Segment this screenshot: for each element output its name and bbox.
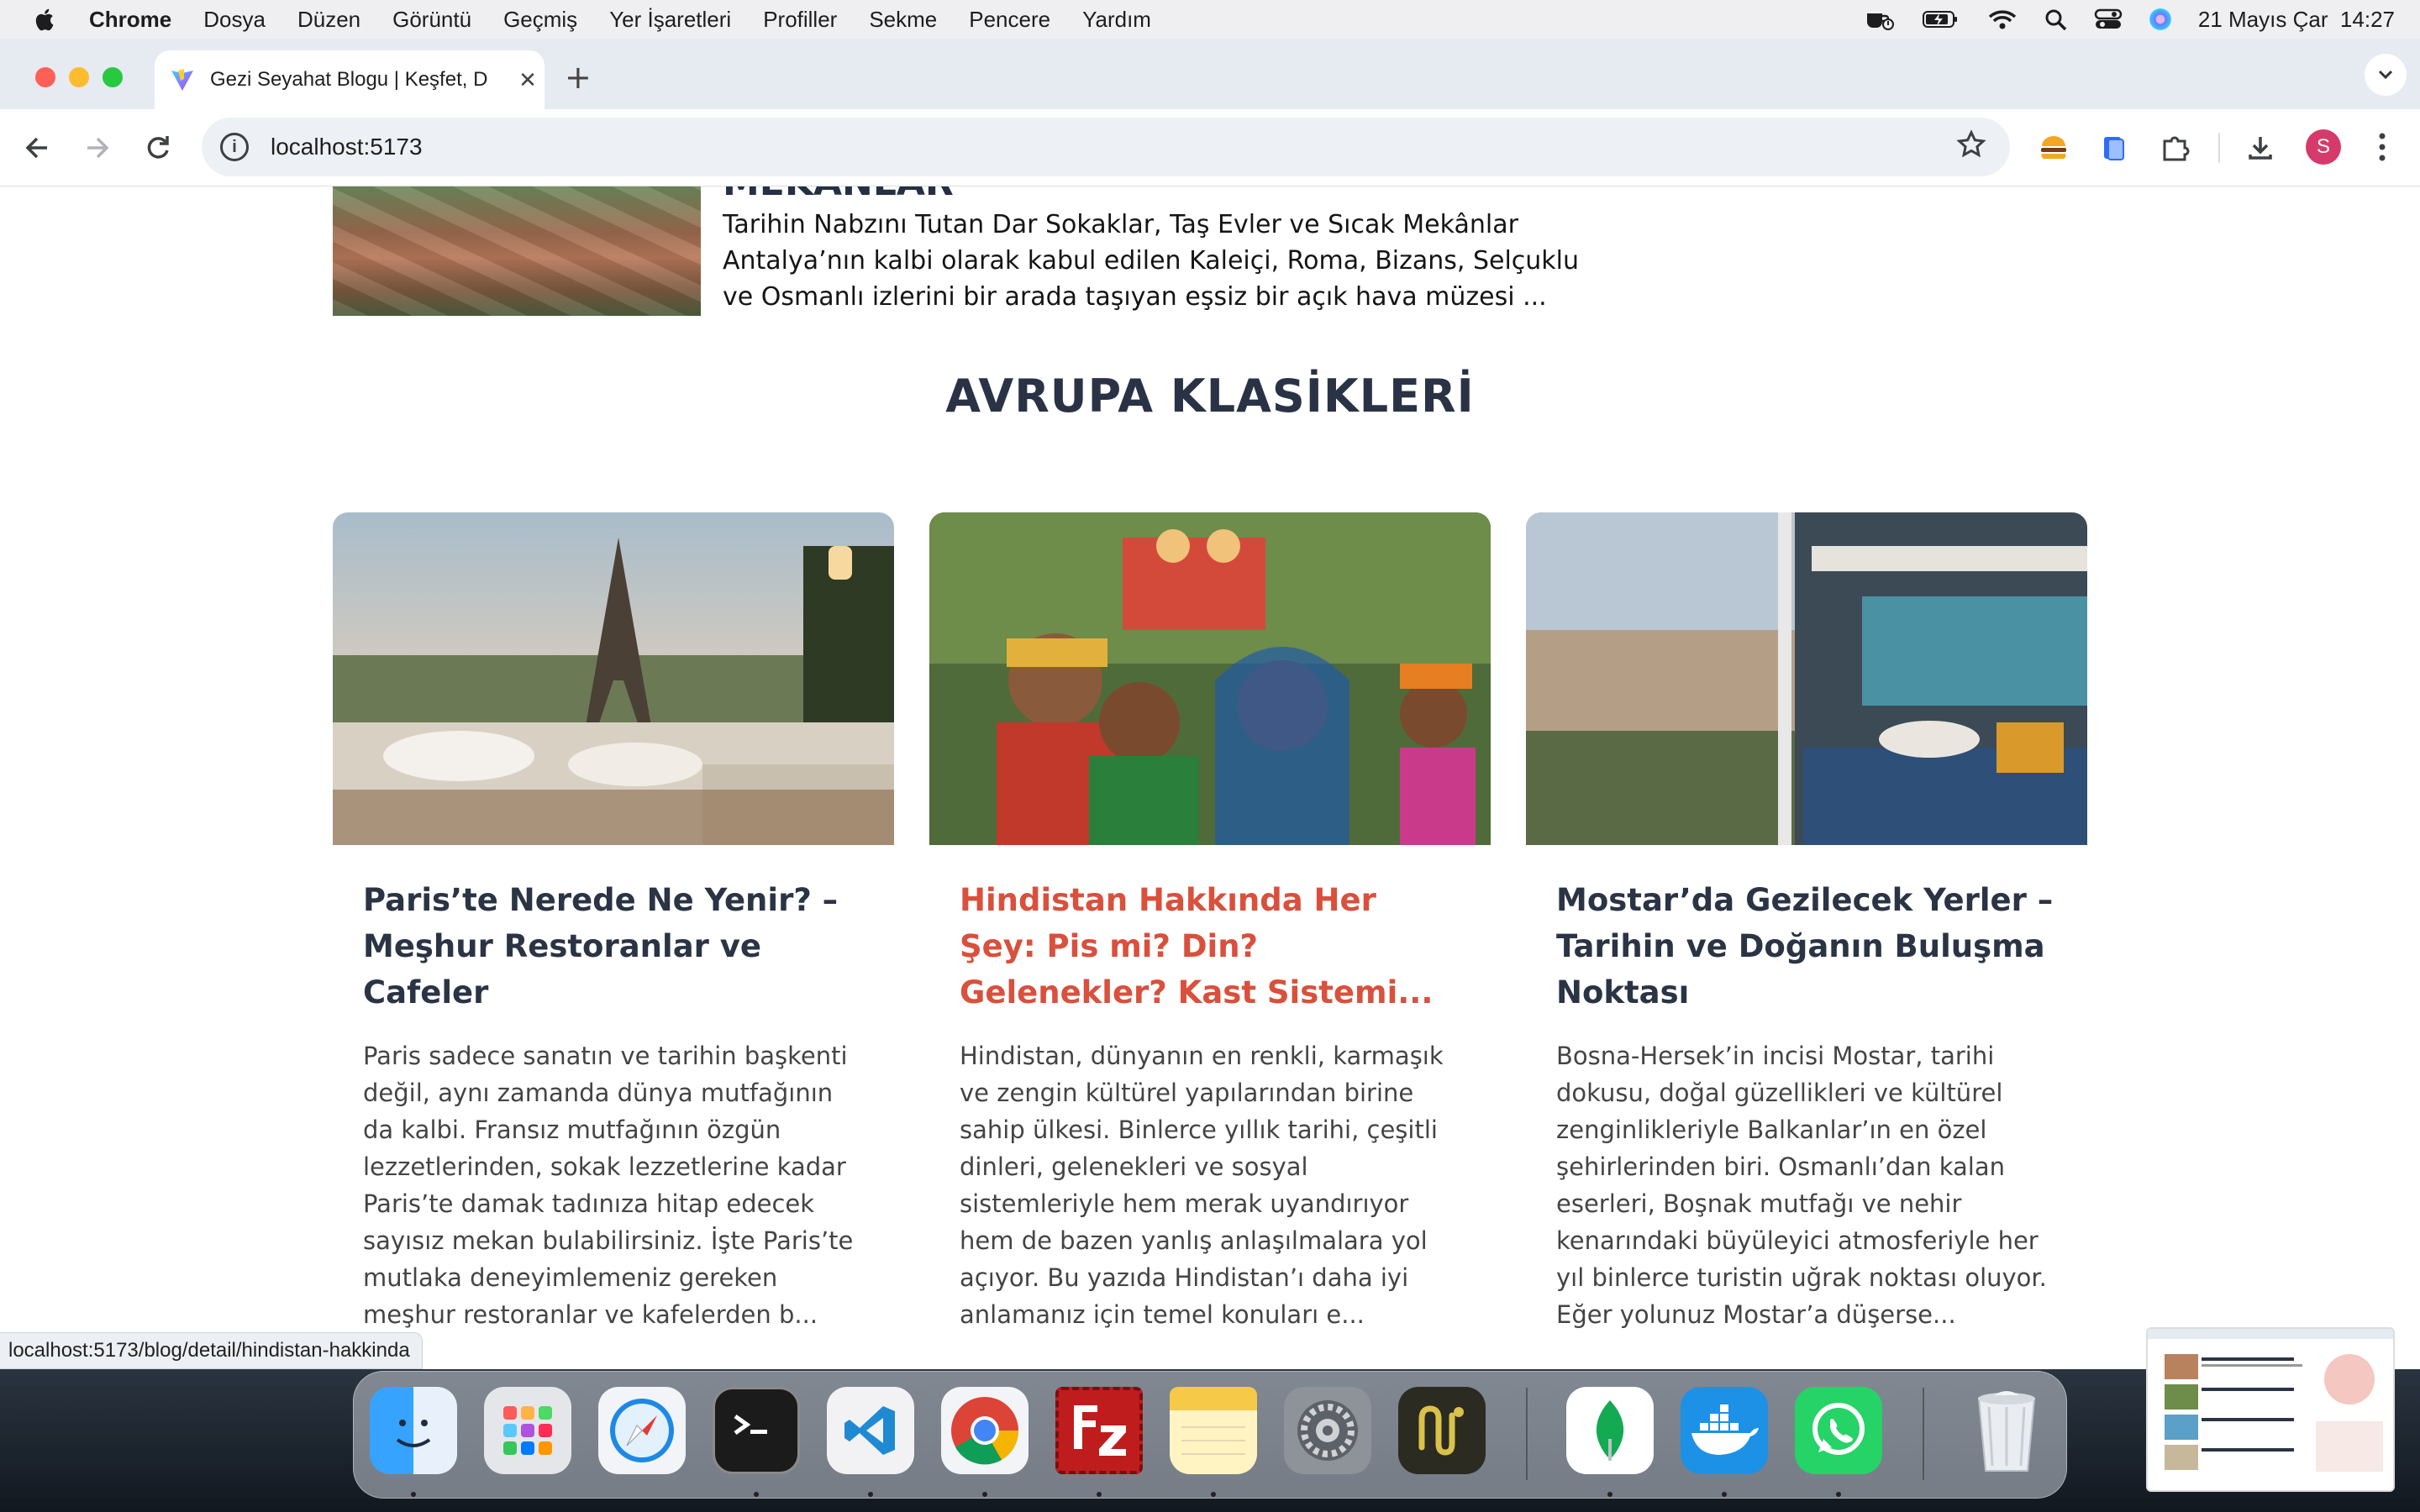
control-center-icon[interactable]: [2094, 8, 2123, 30]
window-minimize-button[interactable]: [69, 67, 89, 87]
forward-arrow-icon[interactable]: [77, 128, 118, 168]
card-image-paris[interactable]: [333, 512, 894, 845]
terminal-running-dot: [754, 1492, 759, 1497]
whatsapp-icon[interactable]: [1795, 1387, 1882, 1474]
toolbar-divider: [2218, 133, 2220, 163]
browser-toolbar: i localhost:5173 S: [0, 109, 2420, 186]
mongodb-compass-icon[interactable]: [1566, 1387, 1654, 1474]
wifi-icon[interactable]: [1986, 8, 2018, 30]
card-image-hindistan[interactable]: [929, 512, 1491, 845]
notes-running-dot: [1211, 1492, 1216, 1497]
menubar-clock[interactable]: 21 Mayıs Çar 14:27: [2198, 7, 2395, 33]
docker-running-dot: [1722, 1492, 1727, 1497]
finder-icon[interactable]: [370, 1387, 457, 1474]
vite-favicon-icon: [171, 69, 193, 91]
browser-tab-strip: Gezi Seyahat Blogu | Keşfet, D ✕ +: [0, 39, 2420, 109]
whatsapp-running-dot: [1836, 1492, 1841, 1497]
card-image-mostar[interactable]: [1526, 512, 2087, 845]
menu-duzen[interactable]: Düzen: [297, 7, 360, 33]
notes-icon[interactable]: [1170, 1387, 1257, 1474]
previous-post-image[interactable]: [333, 186, 701, 316]
reload-icon[interactable]: [138, 128, 178, 168]
web-page: MEKANLAR Tarihin Nabzını Tutan Dar Sokak…: [0, 186, 2420, 1369]
tab-title: Gezi Seyahat Blogu | Keşfet, D: [210, 68, 488, 91]
menu-yer-isaretleri[interactable]: Yer İşaretleri: [609, 7, 731, 33]
blog-card-paris[interactable]: Paris’te Nerede Ne Yenir? – Meşhur Resto…: [333, 512, 894, 1333]
address-url[interactable]: localhost:5173: [271, 134, 423, 160]
new-tab-button[interactable]: +: [565, 59, 592, 96]
apple-menu-icon[interactable]: [32, 7, 55, 32]
window-zoom-button[interactable]: [103, 67, 123, 87]
card-excerpt-paris: Paris sadece sanatın ve tarihin başkenti…: [363, 1042, 854, 1329]
safari-icon[interactable]: [598, 1387, 686, 1474]
downloads-icon[interactable]: [2242, 129, 2279, 166]
extensions-puzzle-icon[interactable]: [2156, 129, 2193, 166]
profile-avatar[interactable]: S: [2306, 129, 2341, 165]
previous-post-description: Tarihin Nabzını Tutan Dar Sokaklar, Taş …: [723, 210, 1580, 312]
window-close-button[interactable]: [35, 67, 55, 87]
menu-app-name[interactable]: Chrome: [89, 7, 171, 33]
chrome-running-dot: [982, 1492, 987, 1497]
burger-extension-icon[interactable]: [2035, 129, 2072, 166]
bookmark-star-icon[interactable]: [1956, 129, 1986, 160]
vscode-running-dot: [868, 1492, 873, 1497]
menu-profiller[interactable]: Profiller: [763, 7, 837, 33]
previous-post-title[interactable]: MEKANLAR: [723, 186, 954, 195]
card-title-hindistan[interactable]: Hindistan Hakkında Her Şey: Pis mi? Din?…: [960, 877, 1460, 1016]
screenshot-preview-thumbnail[interactable]: [2146, 1327, 2395, 1492]
docker-icon[interactable]: [1681, 1387, 1768, 1474]
chrome-icon[interactable]: [941, 1387, 1028, 1474]
tab-close-icon[interactable]: ✕: [511, 67, 544, 93]
menu-yardim[interactable]: Yardım: [1082, 7, 1151, 33]
card-title-paris[interactable]: Paris’te Nerede Ne Yenir? – Meşhur Resto…: [363, 877, 864, 1016]
dock-separator-trash: [1923, 1388, 1924, 1480]
clipboard-extension-icon[interactable]: [2096, 129, 2133, 166]
menu-dosya[interactable]: Dosya: [203, 7, 266, 33]
address-bar[interactable]: i localhost:5173: [202, 118, 2010, 176]
card-title-mostar[interactable]: Mostar’da Gezilecek Yerler – Tarihin ve …: [1556, 877, 2057, 1016]
battery-icon[interactable]: [1919, 8, 1961, 30]
navicat-icon[interactable]: [1398, 1387, 1486, 1474]
menu-gecmis[interactable]: Geçmiş: [503, 7, 577, 33]
card-excerpt-hindistan: Hindistan, dünyanın en renkli, karmaşık …: [960, 1042, 1444, 1329]
terminal-icon[interactable]: [713, 1387, 800, 1474]
card-excerpt-mostar: Bosna-Hersek’in incisi Mostar, tarihi do…: [1556, 1042, 2047, 1329]
menu-goruntu[interactable]: Görüntü: [392, 7, 471, 33]
section-title: AVRUPA KLASİKLERİ: [945, 370, 1475, 423]
mongodb-running-dot: [1607, 1492, 1612, 1497]
dock-separator: [1526, 1388, 1528, 1480]
blog-card-hindistan[interactable]: Hindistan Hakkında Her Şey: Pis mi? Din?…: [929, 512, 1491, 1333]
finder-running-dot: [411, 1492, 416, 1497]
link-status-bubble: localhost:5173/blog/detail/hindistan-hak…: [0, 1332, 423, 1369]
tab-search-chevron-icon[interactable]: [2365, 54, 2407, 96]
launchpad-icon[interactable]: [484, 1387, 571, 1474]
system-settings-icon[interactable]: [1284, 1387, 1371, 1474]
macos-menubar: Chrome Dosya Düzen Görüntü Geçmiş Yer İş…: [0, 0, 2420, 39]
blog-card-mostar[interactable]: Mostar’da Gezilecek Yerler – Tarihin ve …: [1526, 512, 2087, 1333]
vscode-icon[interactable]: [827, 1387, 914, 1474]
coffee-cup-icon[interactable]: [1862, 8, 1894, 30]
site-info-icon[interactable]: i: [220, 133, 249, 161]
filezilla-icon[interactable]: [1055, 1387, 1143, 1474]
filezilla-running-dot: [1097, 1492, 1102, 1497]
menu-pencere[interactable]: Pencere: [969, 7, 1050, 33]
chrome-menu-kebab-icon[interactable]: [2370, 126, 2395, 168]
siri-icon[interactable]: [2148, 7, 2173, 32]
spotlight-search-icon[interactable]: [2044, 8, 2069, 30]
menu-sekme[interactable]: Sekme: [869, 7, 937, 33]
back-arrow-icon[interactable]: [17, 128, 57, 168]
tab-active[interactable]: Gezi Seyahat Blogu | Keşfet, D ✕: [155, 50, 544, 109]
trash-icon[interactable]: [1963, 1387, 2050, 1474]
